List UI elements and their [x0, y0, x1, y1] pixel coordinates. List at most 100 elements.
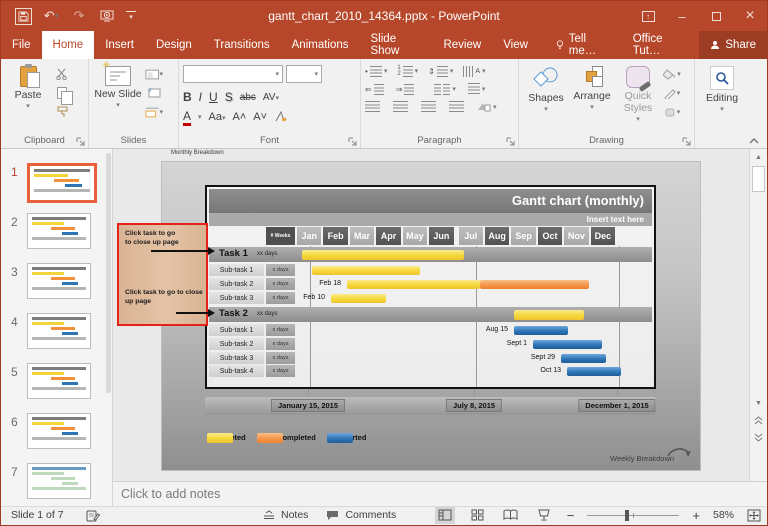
timeline-date-bar[interactable]: January 15, 2015 July 8, 2015 December 1, … — [205, 397, 656, 415]
milestone-date-badge[interactable]: January 15, 2015 — [271, 399, 345, 412]
numbering-icon[interactable]: 12▾ — [397, 65, 418, 77]
change-case-button[interactable]: Aa▾ — [209, 111, 226, 123]
save-icon[interactable] — [15, 8, 32, 25]
decrease-indent-icon[interactable]: ⇐ — [365, 84, 384, 95]
slide-thumbnail-7[interactable] — [27, 463, 91, 499]
subtask-label-chip[interactable]: Sub-task 1 — [209, 324, 264, 336]
vertical-scrollbar[interactable]: ▲ ▼ — [749, 149, 767, 481]
slide-sorter-view-button[interactable] — [468, 507, 488, 524]
italic-button[interactable]: I — [199, 90, 202, 104]
tab-share[interactable]: Share — [699, 31, 767, 59]
reset-icon[interactable] — [145, 86, 163, 100]
slide-thumbnail-5[interactable] — [27, 363, 91, 399]
shapes-button[interactable]: Shapes▾ — [523, 63, 569, 132]
zoom-out-icon[interactable]: − — [567, 508, 575, 523]
bold-button[interactable]: B — [183, 90, 192, 104]
align-right-icon[interactable] — [421, 101, 436, 112]
align-text-icon[interactable]: ▾ — [468, 83, 486, 95]
paragraph-dialog-launcher[interactable] — [506, 137, 515, 146]
grow-font-button[interactable]: A˄ — [233, 111, 247, 123]
ribbon-display-options-icon[interactable]: ↑ — [631, 1, 665, 31]
drawing-dialog-launcher[interactable] — [682, 137, 691, 146]
gantt-bar-to-be-completed[interactable] — [480, 280, 589, 289]
redo-icon[interactable]: ↷ — [70, 7, 88, 25]
subtask-label-chip[interactable]: Sub-task 3 — [209, 352, 264, 364]
milestone-date-badge[interactable]: December 1, 2015 — [578, 399, 655, 412]
subtask-days-chip[interactable]: x days — [266, 365, 295, 377]
cut-icon[interactable] — [53, 67, 71, 81]
subtask-days-chip[interactable]: x days — [266, 324, 295, 336]
bullets-icon[interactable]: •▾ — [365, 66, 387, 77]
increase-indent-icon[interactable]: ⇒ — [396, 84, 415, 95]
gantt-bar-completed[interactable] — [347, 280, 480, 289]
font-dialog-launcher[interactable] — [348, 137, 357, 146]
subtask-label-chip[interactable]: Sub-task 3 — [209, 292, 264, 304]
subtask-days-chip[interactable]: x days — [266, 278, 295, 290]
collapse-ribbon-icon[interactable] — [749, 138, 759, 144]
arrange-button[interactable]: Arrange▾ — [569, 63, 615, 132]
gantt-bar-not-started[interactable] — [533, 340, 602, 349]
shape-outline-icon[interactable]: ▾ — [663, 86, 681, 100]
new-slide-button[interactable]: New Slide▾ — [93, 63, 143, 132]
zoom-slider-thumb[interactable] — [625, 510, 629, 521]
slide-thumbnail-4[interactable] — [27, 313, 91, 349]
gantt-bar-completed[interactable] — [331, 294, 386, 303]
tab-insert[interactable]: Insert — [94, 31, 145, 59]
customize-qat-icon[interactable]: ▾ — [126, 11, 136, 21]
slideshow-view-button[interactable] — [534, 507, 554, 524]
slide-thumbnail-3[interactable] — [27, 263, 91, 299]
notes-placeholder[interactable]: Click to add notes — [121, 487, 220, 501]
monthly-breakdown-label[interactable]: Monthly Breakdown — [171, 150, 224, 156]
gantt-bar-not-started[interactable] — [567, 367, 621, 376]
text-direction-icon[interactable]: A▾ — [463, 66, 485, 77]
zoom-slider[interactable] — [587, 515, 679, 516]
gantt-chart[interactable]: Gantt chart (monthly) Insert text here #… — [205, 185, 656, 389]
gantt-bar-not-started[interactable] — [561, 354, 606, 363]
start-slideshow-icon[interactable] — [98, 7, 116, 25]
section-icon[interactable]: ▾ — [145, 105, 163, 119]
tab-design[interactable]: Design — [145, 31, 203, 59]
legend-swatch[interactable] — [327, 433, 353, 443]
gantt-bar-not-started[interactable] — [514, 326, 568, 335]
subtask-days-chip[interactable]: x days — [266, 264, 295, 276]
shape-fill-icon[interactable]: ▾ — [663, 67, 681, 81]
subtask-days-chip[interactable]: x days — [266, 338, 295, 350]
gantt-bar-completed[interactable] — [514, 310, 584, 320]
align-center-icon[interactable] — [393, 101, 408, 112]
tab-animations[interactable]: Animations — [281, 31, 360, 59]
minimize-icon[interactable]: – — [665, 1, 699, 31]
slide-thumbnail-1[interactable] — [27, 163, 97, 203]
annotation-callout-box[interactable]: Click task to go to close up page Click … — [117, 223, 208, 326]
tab-view[interactable]: View — [492, 31, 539, 59]
notes-pane[interactable]: Click to add notes — [113, 481, 767, 506]
tab-file[interactable]: File — [1, 31, 42, 59]
scroll-down-icon[interactable]: ▼ — [751, 396, 766, 410]
gantt-bar-completed[interactable] — [312, 266, 420, 275]
editing-button[interactable]: Editing▾ — [699, 63, 745, 132]
gantt-bar-completed[interactable] — [302, 250, 464, 260]
text-shadow-button[interactable]: S — [225, 90, 233, 104]
zoom-level[interactable]: 58% — [713, 509, 734, 521]
thumbnail-scrollbar[interactable] — [106, 153, 111, 393]
subtask-label-chip[interactable]: Sub-task 1 — [209, 264, 264, 276]
notes-toggle[interactable]: Notes — [263, 509, 308, 521]
subtask-label-chip[interactable]: Sub-task 2 — [209, 278, 264, 290]
chart-title[interactable]: Gantt chart (monthly) — [209, 189, 652, 213]
tab-review[interactable]: Review — [432, 31, 492, 59]
milestone-date-badge[interactable]: July 8, 2015 — [446, 399, 502, 412]
align-left-icon[interactable] — [365, 101, 380, 112]
legend-swatch[interactable] — [257, 433, 283, 443]
tab-transitions[interactable]: Transitions — [203, 31, 281, 59]
strikethrough-button[interactable]: abc — [240, 92, 256, 103]
undo-icon[interactable]: ↶▾ — [42, 7, 60, 25]
weekly-breakdown-label[interactable]: Weekly Breakdown — [610, 454, 674, 463]
chart-subtitle[interactable]: Insert text here — [209, 213, 652, 226]
underline-button[interactable]: U — [209, 90, 218, 104]
character-spacing-button[interactable]: AV▾ — [263, 92, 279, 103]
slide-thumbnail-2[interactable] — [27, 213, 91, 249]
font-size-input[interactable]: ▾ — [286, 65, 322, 83]
smartart-icon[interactable]: ▾ — [477, 101, 497, 112]
justify-icon[interactable] — [449, 101, 464, 112]
reading-view-button[interactable] — [501, 507, 521, 524]
close-icon[interactable]: × — [733, 1, 767, 31]
